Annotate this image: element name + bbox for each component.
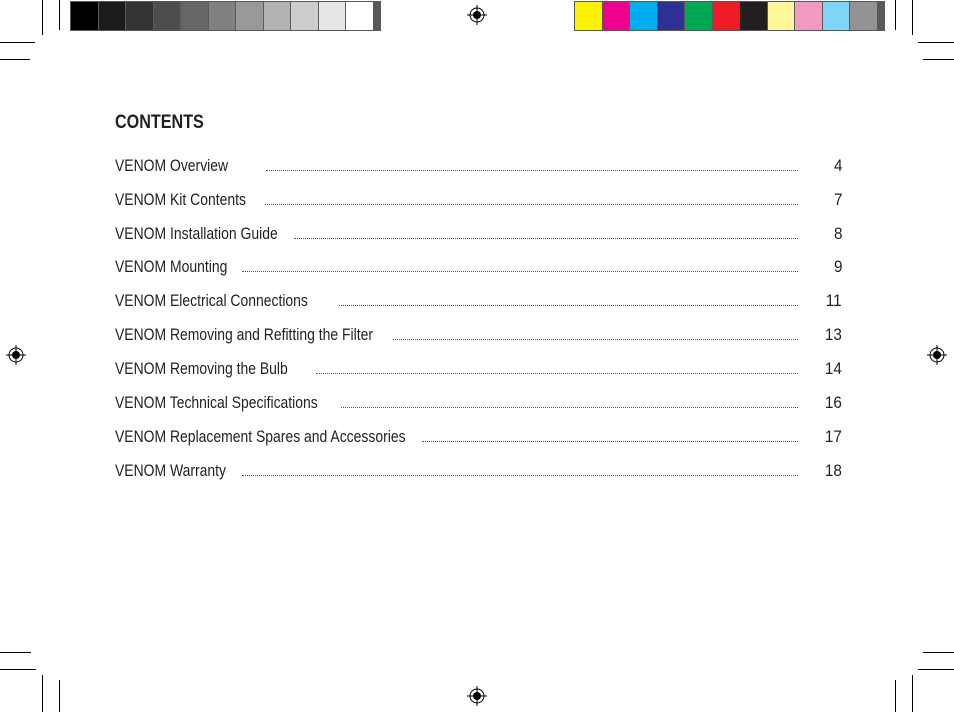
toc-entry-label: VENOM Technical Specifications bbox=[115, 393, 318, 412]
dot-leader bbox=[316, 373, 798, 374]
toc-entry-page: 17 bbox=[824, 427, 842, 446]
crop-mark bbox=[42, 675, 43, 712]
dot-leader bbox=[339, 305, 798, 306]
toc-entry-label: VENOM Replacement Spares and Accessories bbox=[115, 427, 406, 446]
crop-mark bbox=[923, 59, 954, 60]
color-swatch bbox=[126, 2, 153, 30]
crop-mark bbox=[0, 42, 35, 43]
color-swatch bbox=[575, 2, 602, 30]
color-swatch bbox=[822, 2, 849, 30]
toc-entry-page: 11 bbox=[826, 291, 842, 310]
crop-mark bbox=[59, 0, 60, 30]
color-swatch bbox=[291, 2, 318, 30]
toc-entry-label: VENOM Removing the Bulb bbox=[115, 359, 288, 378]
crop-mark bbox=[918, 669, 954, 670]
toc-entry-label: VENOM Installation Guide bbox=[115, 224, 278, 243]
toc-entry-page: 18 bbox=[824, 461, 842, 480]
color-swatch bbox=[767, 2, 794, 30]
crop-mark bbox=[912, 0, 913, 35]
toc-entry[interactable]: VENOM Technical Specifications 16 bbox=[115, 393, 842, 415]
crop-mark bbox=[0, 652, 31, 653]
toc-entry-label: VENOM Removing and Refitting the Filter bbox=[115, 325, 373, 344]
color-swatch bbox=[630, 2, 657, 30]
color-swatch bbox=[740, 2, 767, 30]
toc-entry[interactable]: VENOM Installation Guide 8 bbox=[115, 224, 842, 246]
dot-leader bbox=[341, 407, 798, 408]
toc-entry-label: VENOM Electrical Connections bbox=[115, 291, 308, 310]
registration-mark-icon bbox=[6, 345, 26, 365]
color-swatch bbox=[263, 2, 290, 30]
toc-entry-page: 4 bbox=[833, 156, 842, 175]
toc-entry-page: 9 bbox=[833, 257, 842, 276]
toc-entry[interactable]: VENOM Removing and Refitting the Filter … bbox=[115, 325, 842, 347]
crop-mark bbox=[918, 42, 954, 43]
color-swatch bbox=[98, 2, 125, 30]
toc-entry[interactable]: VENOM Warranty 18 bbox=[115, 461, 842, 483]
toc-entry-label: VENOM Warranty bbox=[115, 461, 227, 480]
dot-leader bbox=[265, 204, 798, 205]
color-swatch bbox=[71, 2, 98, 30]
dot-leader bbox=[294, 238, 798, 239]
crop-mark bbox=[895, 0, 896, 30]
toc-entry[interactable]: VENOM Electrical Connections 11 bbox=[115, 291, 842, 313]
color-swatch bbox=[318, 2, 345, 30]
color-swatch bbox=[795, 2, 822, 30]
toc-entry-label: VENOM Kit Contents bbox=[115, 190, 246, 209]
crop-mark bbox=[895, 680, 896, 712]
color-swatch bbox=[712, 2, 739, 30]
color-swatch bbox=[346, 2, 373, 30]
crop-mark bbox=[912, 675, 913, 712]
color-swatch bbox=[181, 2, 208, 30]
dot-leader bbox=[422, 441, 798, 442]
color-swatch bbox=[657, 2, 684, 30]
toc-entry-page: 13 bbox=[824, 325, 842, 344]
color-swatch bbox=[236, 2, 263, 30]
crop-mark bbox=[923, 652, 954, 653]
toc-entry[interactable]: VENOM Kit Contents 7 bbox=[115, 190, 842, 212]
toc-entry[interactable]: VENOM Mounting 9 bbox=[115, 257, 842, 279]
crop-mark bbox=[0, 59, 30, 60]
toc-entry[interactable]: VENOM Overview 4 bbox=[115, 156, 842, 178]
toc-entry-page: 16 bbox=[824, 393, 842, 412]
color-swatch bbox=[685, 2, 712, 30]
color-swatch bbox=[602, 2, 629, 30]
toc-entry-label: VENOM Mounting bbox=[115, 257, 228, 276]
toc-entry[interactable]: VENOM Removing the Bulb 14 bbox=[115, 359, 842, 381]
dot-leader bbox=[242, 475, 798, 476]
crop-mark bbox=[42, 0, 43, 35]
color-calibration-bar bbox=[574, 1, 885, 31]
registration-mark-icon bbox=[467, 686, 487, 706]
dot-leader bbox=[393, 339, 798, 340]
toc-entry[interactable]: VENOM Replacement Spares and Accessories… bbox=[115, 427, 842, 449]
toc-entry-page: 7 bbox=[833, 190, 842, 209]
page-title: CONTENTS bbox=[115, 112, 204, 133]
color-swatch bbox=[153, 2, 180, 30]
grayscale-calibration-bar bbox=[70, 1, 381, 31]
color-swatch bbox=[850, 2, 877, 30]
toc-entry-page: 14 bbox=[824, 359, 842, 378]
crop-mark bbox=[0, 669, 36, 670]
dot-leader bbox=[266, 170, 798, 171]
toc-entry-page: 8 bbox=[833, 224, 842, 243]
toc-entry-label: VENOM Overview bbox=[115, 156, 229, 175]
registration-mark-icon bbox=[927, 345, 947, 365]
dot-leader bbox=[242, 271, 798, 272]
crop-mark bbox=[59, 680, 60, 712]
color-swatch bbox=[208, 2, 235, 30]
registration-mark-icon bbox=[467, 5, 487, 25]
